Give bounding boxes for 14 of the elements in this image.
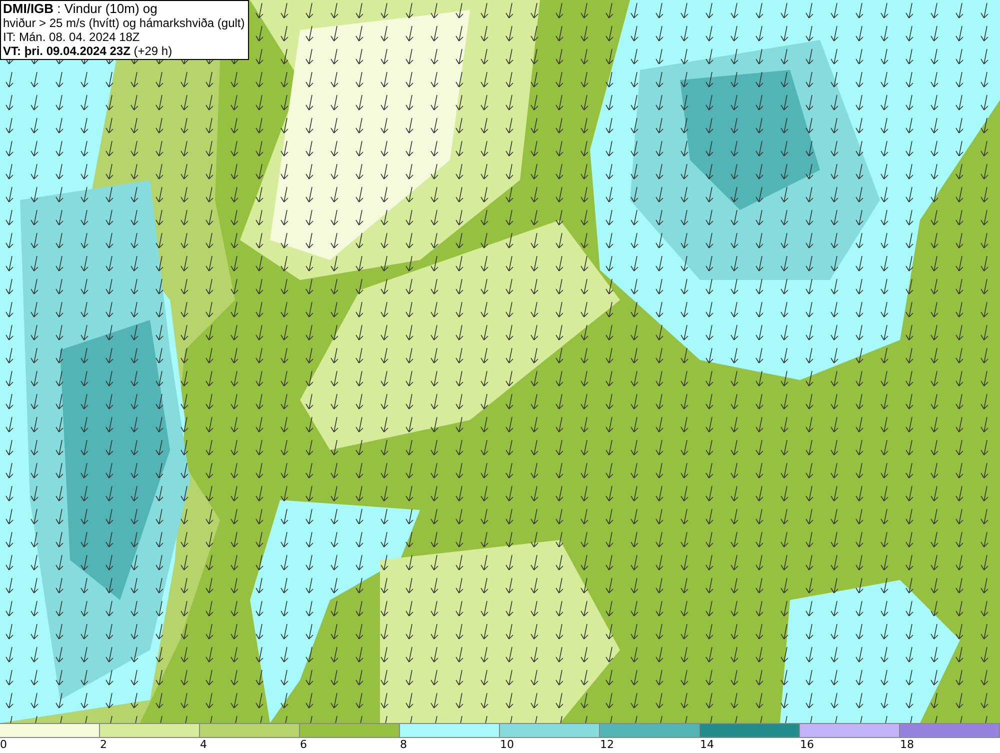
legend-label: 0 <box>0 738 7 753</box>
legend-label: 4 <box>200 738 207 753</box>
title-line: DMI/IGB : Vindur (10m) og <box>3 2 158 16</box>
legend-label: 10 <box>500 738 514 753</box>
legend-label: 2 <box>100 738 107 753</box>
title-line: VT: þri. 09.04.2024 23Z (+29 h) <box>3 44 174 58</box>
legend-label: 6 <box>300 738 307 753</box>
title-line: hviður > 25 m/s (hvítt) og hámarkshviða (gult) <box>3 16 245 30</box>
legend-label: 16 <box>800 738 814 753</box>
legend-label: 8 <box>400 738 407 753</box>
legend-label: 18 <box>900 738 914 753</box>
legend-label: 12 <box>600 738 614 753</box>
title-line: IT: Mán. 08. 04. 2024 18Z <box>3 30 141 44</box>
legend-label: 14 <box>700 738 714 753</box>
